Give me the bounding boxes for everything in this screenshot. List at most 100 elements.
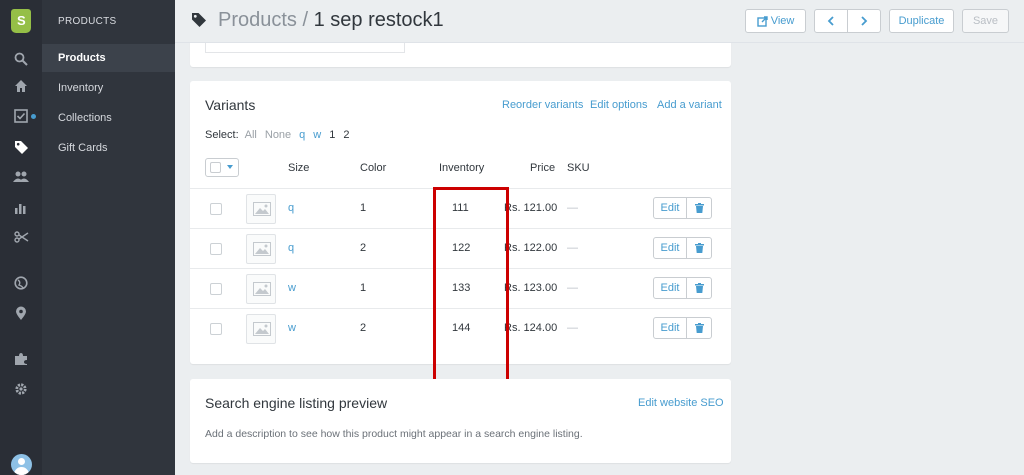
- trash-icon: [695, 243, 704, 253]
- save-button[interactable]: Save: [962, 9, 1009, 33]
- apps-puzzle-icon[interactable]: [13, 352, 29, 368]
- chevron-right-icon: [861, 16, 868, 26]
- select-none-link[interactable]: None: [265, 129, 291, 141]
- variant-price: Rs. 124.00: [504, 322, 558, 334]
- variant-color: 1: [360, 202, 367, 214]
- subnav-item-inventory[interactable]: Inventory: [42, 74, 175, 102]
- user-avatar-icon[interactable]: [11, 454, 32, 475]
- seo-preview-card: Search engine listing preview Edit websi…: [190, 379, 731, 463]
- variant-price: Rs. 121.00: [504, 202, 558, 214]
- notification-dot: [31, 114, 36, 119]
- page-title: Products / 1 sep restock1: [218, 9, 444, 32]
- search-icon[interactable]: [13, 52, 29, 68]
- products-tag-icon[interactable]: [13, 140, 29, 156]
- row-checkbox[interactable]: [210, 203, 222, 215]
- variant-size[interactable]: w: [288, 322, 296, 334]
- variant-color: 2: [360, 322, 367, 334]
- field-stub: [205, 43, 405, 53]
- variant-size[interactable]: q: [288, 242, 294, 254]
- online-store-globe-icon[interactable]: [13, 276, 29, 292]
- image-placeholder-icon[interactable]: [246, 194, 276, 224]
- select-1-link[interactable]: 1: [329, 129, 335, 141]
- product-tag-icon: [191, 12, 207, 28]
- subnav-item-products[interactable]: Products: [42, 44, 175, 72]
- view-button[interactable]: View: [745, 9, 806, 33]
- image-placeholder-icon[interactable]: [246, 274, 276, 304]
- seo-description: Add a description to see how this produc…: [205, 428, 583, 440]
- products-subnav: PRODUCTS Products Inventory Collections …: [42, 0, 175, 475]
- edit-options-link[interactable]: Edit options: [590, 99, 647, 111]
- trash-icon: [695, 283, 704, 293]
- column-header-size: Size: [288, 162, 310, 174]
- previous-card-stub: [190, 43, 731, 67]
- reorder-variants-link[interactable]: Reorder variants: [502, 99, 583, 111]
- breadcrumb-products[interactable]: Products: [218, 9, 297, 31]
- duplicate-button[interactable]: Duplicate: [889, 9, 954, 33]
- variant-sku: —: [567, 242, 578, 254]
- variants-card: Variants Reorder variants Edit options A…: [190, 81, 731, 398]
- caret-down-icon: [227, 165, 233, 169]
- variant-select-row: Select: All None q w 1 2: [205, 129, 358, 141]
- select-2-link[interactable]: 2: [343, 129, 349, 141]
- bulk-select-dropdown[interactable]: [205, 158, 239, 177]
- external-link-icon: [756, 15, 768, 27]
- variant-price: Rs. 123.00: [504, 282, 558, 294]
- page-header: Products / 1 sep restock1 View Duplicate…: [175, 0, 1024, 43]
- subnav-heading: PRODUCTS: [58, 16, 117, 27]
- bulk-select-checkbox[interactable]: [210, 162, 221, 173]
- view-button-label: View: [770, 15, 795, 27]
- select-q-link[interactable]: q: [299, 129, 305, 141]
- edit-variant-button[interactable]: Edit: [653, 197, 687, 219]
- discounts-icon[interactable]: [13, 230, 29, 246]
- column-header-price: Price: [530, 162, 556, 174]
- variant-size[interactable]: w: [288, 282, 296, 294]
- variant-size[interactable]: q: [288, 202, 294, 214]
- select-label: Select:: [205, 129, 239, 141]
- variant-price: Rs. 122.00: [504, 242, 558, 254]
- chevron-left-icon: [827, 16, 834, 26]
- reports-icon[interactable]: [13, 201, 29, 217]
- select-all-link[interactable]: All: [245, 129, 257, 141]
- edit-website-seo-link[interactable]: Edit website SEO: [638, 397, 724, 409]
- delete-variant-button[interactable]: [686, 237, 712, 259]
- previous-product-button[interactable]: [814, 9, 848, 33]
- row-checkbox[interactable]: [210, 323, 222, 335]
- home-icon[interactable]: [13, 79, 29, 95]
- settings-gear-icon[interactable]: [13, 382, 29, 398]
- icon-rail: [0, 0, 42, 475]
- trash-icon: [695, 203, 704, 213]
- breadcrumb-separator: /: [296, 9, 314, 31]
- column-header-sku: SKU: [567, 162, 590, 174]
- image-placeholder-icon[interactable]: [246, 314, 276, 344]
- edit-variant-button[interactable]: Edit: [653, 237, 687, 259]
- column-header-color: Color: [360, 162, 387, 174]
- customers-icon[interactable]: [13, 170, 29, 186]
- row-checkbox[interactable]: [210, 283, 222, 295]
- subnav-item-collections[interactable]: Collections: [42, 104, 175, 132]
- seo-title: Search engine listing preview: [205, 395, 388, 411]
- edit-variant-button[interactable]: Edit: [653, 277, 687, 299]
- inventory-column-highlight: [433, 187, 509, 398]
- image-placeholder-icon[interactable]: [246, 234, 276, 264]
- select-w-link[interactable]: w: [313, 129, 321, 141]
- variant-sku: —: [567, 322, 578, 334]
- column-header-inventory: Inventory: [439, 162, 485, 174]
- product-title: 1 sep restock1: [313, 9, 444, 31]
- variant-color: 1: [360, 282, 367, 294]
- delete-variant-button[interactable]: [686, 277, 712, 299]
- add-variant-link[interactable]: Add a variant: [657, 99, 722, 111]
- main-content: Variants Reorder variants Edit options A…: [175, 43, 1024, 475]
- variant-sku: —: [567, 282, 578, 294]
- row-checkbox[interactable]: [210, 243, 222, 255]
- variant-color: 2: [360, 242, 367, 254]
- shopify-logo-icon[interactable]: [11, 9, 31, 33]
- delete-variant-button[interactable]: [686, 197, 712, 219]
- delete-variant-button[interactable]: [686, 317, 712, 339]
- next-product-button[interactable]: [847, 9, 881, 33]
- location-pin-icon[interactable]: [13, 306, 29, 322]
- variant-sku: —: [567, 202, 578, 214]
- edit-variant-button[interactable]: Edit: [653, 317, 687, 339]
- trash-icon: [695, 323, 704, 333]
- orders-icon[interactable]: [13, 109, 36, 125]
- subnav-item-gift-cards[interactable]: Gift Cards: [42, 134, 175, 162]
